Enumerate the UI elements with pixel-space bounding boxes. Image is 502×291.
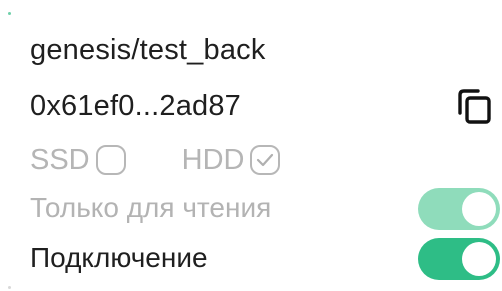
drive-type-group: SSD HDD <box>30 140 281 180</box>
decorative-dot <box>8 286 11 289</box>
copy-icon <box>458 89 491 124</box>
check-icon <box>257 153 274 167</box>
decorative-dot <box>8 12 11 15</box>
ssd-label: SSD <box>30 144 90 176</box>
read-only-toggle[interactable] <box>418 188 500 230</box>
storage-name: genesis/test_back <box>30 34 266 66</box>
connection-toggle[interactable] <box>418 238 500 280</box>
toggle-knob <box>462 242 496 276</box>
hdd-checkbox[interactable] <box>250 145 281 175</box>
copy-address-button[interactable] <box>454 86 496 128</box>
hdd-label: HDD <box>181 144 245 176</box>
connection-label: Подключение <box>30 242 208 273</box>
storage-address: 0x61ef0...2ad87 <box>30 90 242 122</box>
read-only-label: Только для чтения <box>30 192 272 223</box>
toggle-knob <box>462 192 496 226</box>
ssd-checkbox[interactable] <box>95 145 126 175</box>
storage-card: genesis/test_back 0x61ef0...2ad87 SSD HD… <box>30 30 500 280</box>
